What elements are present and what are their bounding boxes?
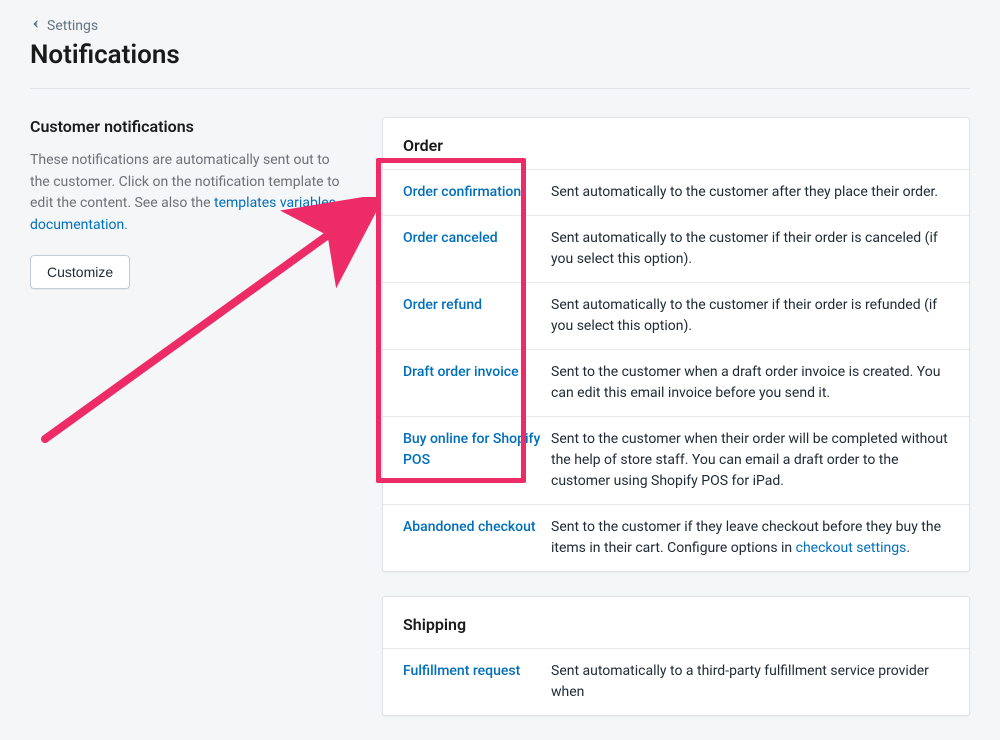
notification-desc: Sent automatically to the customer after… <box>551 182 938 203</box>
notification-row: Buy online for Shopify POS Sent to the c… <box>383 416 969 504</box>
page-title: Notifications <box>30 40 970 70</box>
notification-row: Fulfillment request Sent automatically t… <box>383 648 969 715</box>
breadcrumb[interactable]: Settings <box>30 18 970 34</box>
section-heading: Customer notifications <box>30 117 350 136</box>
section-description: These notifications are automatically se… <box>30 150 350 237</box>
breadcrumb-label: Settings <box>47 18 98 34</box>
sidebar-description: Customer notifications These notificatio… <box>30 117 350 289</box>
chevron-left-icon <box>30 18 42 34</box>
notification-desc: Sent automatically to a third-party fulf… <box>551 661 949 703</box>
checkout-settings-link[interactable]: checkout settings <box>796 540 907 556</box>
order-card: Order Order confirmation Sent automatica… <box>382 117 970 572</box>
notification-row: Draft order invoice Sent to the customer… <box>383 349 969 416</box>
notification-row: Abandoned checkout Sent to the customer … <box>383 504 969 571</box>
notification-link-fulfillment-request[interactable]: Fulfillment request <box>403 661 551 703</box>
card-title: Shipping <box>383 597 969 648</box>
notification-row: Order canceled Sent automatically to the… <box>383 215 969 282</box>
notification-row: Order refund Sent automatically to the c… <box>383 282 969 349</box>
notification-desc: Sent to the customer if they leave check… <box>551 517 949 559</box>
notification-row: Order confirmation Sent automatically to… <box>383 169 969 215</box>
notification-link-order-confirmation[interactable]: Order confirmation <box>403 182 551 203</box>
notification-link-buy-online-pos[interactable]: Buy online for Shopify POS <box>403 429 551 492</box>
divider <box>30 88 970 89</box>
notification-desc: Sent to the customer when a draft order … <box>551 362 949 404</box>
customize-button[interactable]: Customize <box>30 255 130 289</box>
notification-link-order-refund[interactable]: Order refund <box>403 295 551 337</box>
notification-link-abandoned-checkout[interactable]: Abandoned checkout <box>403 517 551 559</box>
notification-link-order-canceled[interactable]: Order canceled <box>403 228 551 270</box>
notification-link-draft-invoice[interactable]: Draft order invoice <box>403 362 551 404</box>
card-title: Order <box>383 118 969 169</box>
notification-desc: Sent automatically to the customer if th… <box>551 295 949 337</box>
notification-desc: Sent to the customer when their order wi… <box>551 429 949 492</box>
notification-desc: Sent automatically to the customer if th… <box>551 228 949 270</box>
shipping-card: Shipping Fulfillment request Sent automa… <box>382 596 970 716</box>
